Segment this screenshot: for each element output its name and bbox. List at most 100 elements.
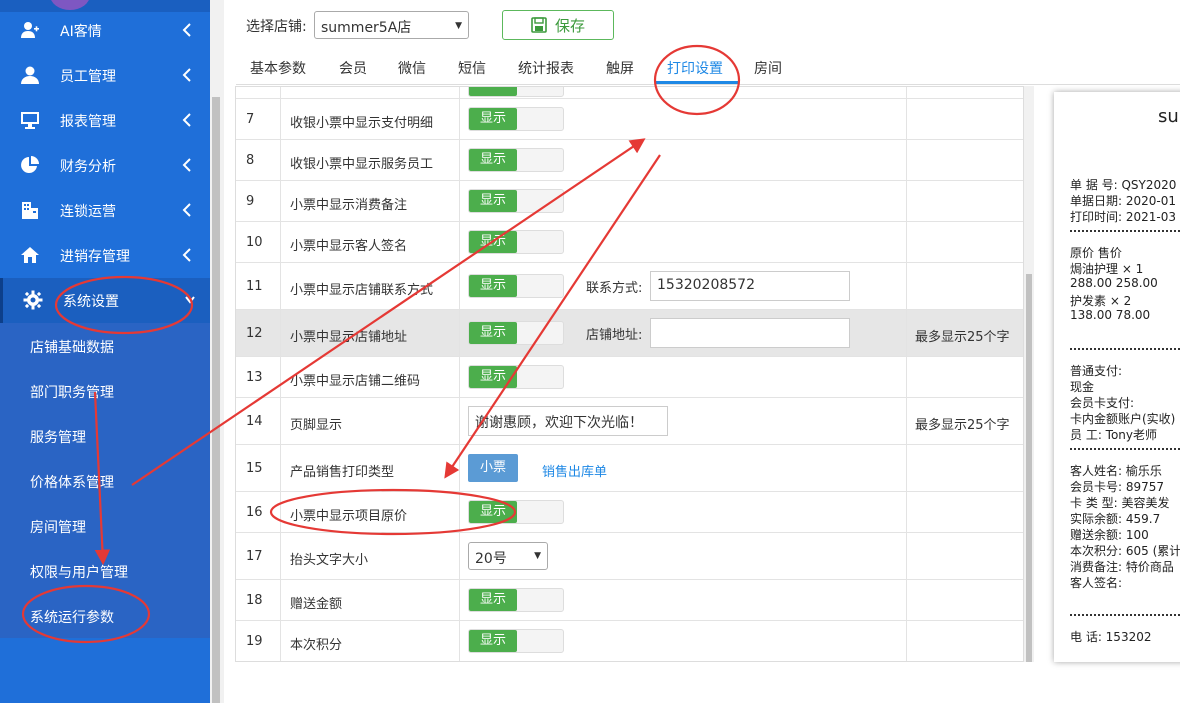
row-number: 17	[246, 549, 263, 564]
row-name: 小票中显示项目原价	[290, 509, 408, 524]
row-name: 赠送金额	[290, 597, 343, 612]
submenu-department[interactable]: 部门职务管理	[30, 382, 114, 402]
toggle-on-label: 显示	[469, 231, 517, 253]
menu-label: 财务分析	[60, 159, 116, 175]
user-icon	[21, 66, 39, 84]
home-icon	[21, 247, 39, 263]
table-row: 12 小票中显示店铺地址 显示 店铺地址: 最多显示25个字	[236, 310, 1023, 357]
receipt-line: 本次积分: 605 (累计	[1070, 544, 1180, 558]
show-toggle[interactable]: 显示	[468, 365, 564, 389]
row-number: 7	[246, 112, 255, 127]
tab-sms[interactable]: 短信	[458, 58, 486, 78]
toggle-on-label: 显示	[469, 108, 517, 130]
submenu-permissions[interactable]: 权限与用户管理	[30, 562, 128, 582]
row-number: 16	[246, 505, 263, 520]
menu-system-settings[interactable]: 系统设置	[0, 278, 210, 323]
receipt-preview: su 单 据 号: QSY2020 单据日期: 2020-01 打印时间: 20…	[1054, 92, 1180, 662]
table-row: 11 小票中显示店铺联系方式 显示 联系方式: 15320208572	[236, 263, 1023, 310]
show-toggle[interactable]: 显示	[468, 629, 564, 653]
table-scrollbar[interactable]	[1024, 86, 1034, 662]
receipt-divider	[1070, 348, 1180, 350]
receipt-line: 卡内金额账户(实收)	[1070, 412, 1176, 426]
contact-input[interactable]: 15320208572	[650, 271, 850, 301]
menu-chain[interactable]: 连锁运营	[0, 188, 210, 233]
table-row: 16 小票中显示项目原价 显示	[236, 492, 1023, 533]
address-input[interactable]	[650, 318, 850, 348]
menu-label: 员工管理	[60, 69, 116, 85]
menu-staff[interactable]: 员工管理	[0, 53, 210, 98]
receipt-type-button[interactable]: 小票	[468, 454, 518, 482]
tab-member[interactable]: 会员	[339, 58, 367, 78]
menu-label: AI客情	[60, 24, 102, 40]
toggle-on-label: 显示	[469, 366, 517, 388]
receipt-divider	[1070, 614, 1180, 616]
row-name: 收银小票中显示服务员工	[290, 157, 434, 172]
show-toggle[interactable]: 显示	[468, 274, 564, 298]
submenu-run-params[interactable]: 系统运行参数	[30, 607, 114, 627]
show-toggle[interactable]: 显示	[468, 230, 564, 254]
store-select[interactable]: summer5A店 ▼	[314, 11, 469, 39]
receipt-line: 普通支付:	[1070, 364, 1123, 378]
sales-outbound-link[interactable]: 销售出库单	[542, 461, 607, 480]
gear-icon	[23, 290, 43, 310]
row-number: 18	[246, 593, 263, 608]
row-number: 13	[246, 370, 263, 385]
menu-ai-customer[interactable]: AI客情	[0, 8, 210, 53]
menu-reports[interactable]: 报表管理	[0, 98, 210, 143]
row-name: 收银小票中显示支付明细	[290, 116, 434, 131]
table-row: 7 收银小票中显示支付明细 显示	[236, 99, 1023, 140]
submenu-price-system[interactable]: 价格体系管理	[30, 472, 114, 492]
toggle-on-label: 显示	[469, 149, 517, 171]
receipt-line: 实际余额: 459.7	[1070, 512, 1161, 526]
receipt-line: 卡 类 型: 美容美发	[1070, 496, 1170, 510]
receipt-line: 会员卡支付:	[1070, 396, 1135, 410]
table-row: 19 本次积分 显示	[236, 621, 1023, 661]
show-toggle[interactable]: 显示	[468, 107, 564, 131]
row-note: 最多显示25个字	[915, 418, 1010, 433]
receipt-line: 消费备注: 特价商品	[1070, 560, 1174, 574]
row-number: 11	[246, 279, 263, 294]
store-label: 选择店铺:	[246, 19, 307, 35]
font-size-select[interactable]: 20号 ▼	[468, 542, 548, 570]
menu-inventory[interactable]: 进销存管理	[0, 233, 210, 278]
receipt-divider	[1070, 448, 1180, 450]
tab-basic[interactable]: 基本参数	[250, 58, 306, 78]
footer-input[interactable]: 谢谢惠顾，欢迎下次光临！	[468, 406, 668, 436]
toggle-on-label: 显示	[469, 275, 517, 297]
caret-down-icon: ▼	[455, 21, 462, 31]
tab-wechat[interactable]: 微信	[398, 58, 426, 78]
tab-stats[interactable]: 统计报表	[518, 58, 574, 78]
sidebar-scrollbar-thumb[interactable]	[212, 97, 220, 703]
show-toggle[interactable]: 显示	[468, 321, 564, 345]
system-settings-submenu: 店铺基础数据 部门职务管理 服务管理 价格体系管理 房间管理 权限与用户管理 系…	[0, 323, 210, 638]
store-select-value: summer5A店	[321, 20, 412, 36]
tab-touch[interactable]: 触屏	[606, 58, 634, 78]
menu-label: 系统设置	[63, 294, 119, 310]
receipt-line: 288.00 258.00	[1070, 276, 1158, 290]
menu-finance[interactable]: 财务分析	[0, 143, 210, 188]
chevron-left-icon	[182, 23, 191, 37]
save-icon	[531, 17, 547, 33]
save-button[interactable]: 保存	[502, 10, 614, 40]
monitor-icon	[21, 112, 39, 129]
tab-room[interactable]: 房间	[754, 58, 782, 78]
show-toggle[interactable]: 显示	[468, 189, 564, 213]
menu-label: 进销存管理	[60, 249, 130, 265]
table-scrollbar-thumb[interactable]	[1026, 274, 1032, 662]
receipt-line: 原价 售价	[1070, 246, 1122, 260]
tab-print[interactable]: 打印设置	[667, 58, 723, 78]
show-toggle[interactable]: 显示	[468, 588, 564, 612]
submenu-service[interactable]: 服务管理	[30, 427, 86, 447]
toggle-on-label: 显示	[469, 630, 517, 652]
submenu-store-basic[interactable]: 店铺基础数据	[30, 337, 114, 357]
row-number: 14	[246, 414, 263, 429]
chevron-left-icon	[182, 248, 191, 262]
show-toggle[interactable]: 显示	[468, 148, 564, 172]
submenu-room[interactable]: 房间管理	[30, 517, 86, 537]
receipt-line: 打印时间: 2021-03	[1070, 210, 1176, 224]
show-toggle[interactable]: 显示	[468, 500, 564, 524]
chevron-left-icon	[182, 158, 191, 172]
receipt-line: 客人姓名: 榆乐乐	[1070, 464, 1162, 478]
row-number: 9	[246, 194, 255, 209]
active-tab-indicator	[656, 81, 738, 84]
